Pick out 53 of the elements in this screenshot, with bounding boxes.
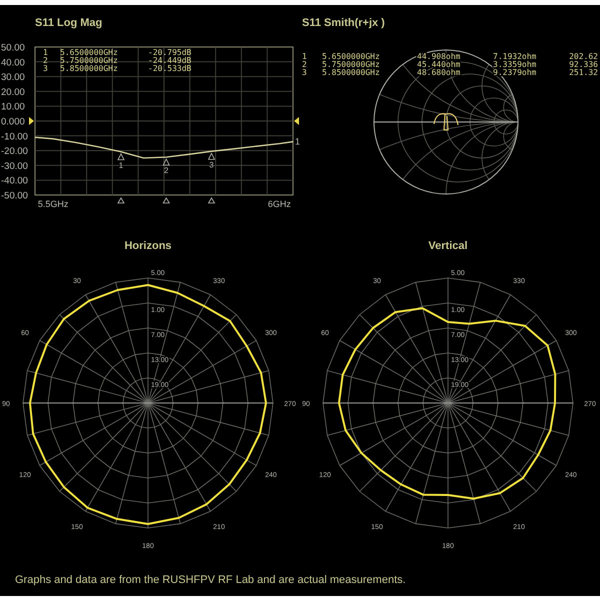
axis-label: 40.00	[1, 57, 25, 68]
trace-label: 1	[295, 136, 300, 147]
axis-label: 20.00	[1, 86, 25, 98]
marker-reactance: 3.3359ohm	[493, 60, 536, 69]
chart-title: Vertical	[428, 240, 468, 252]
marker-resistance: 45.440ohm	[417, 60, 460, 69]
marker-resistance: 48.680ohm	[417, 68, 460, 77]
marker-number: 1	[302, 52, 307, 61]
marker-frequency: 5.7500000GHz	[60, 56, 118, 65]
axis-label: 6GHz	[268, 199, 291, 209]
marker-reactance: 7.1932ohm	[493, 52, 536, 61]
marker-number: 3	[43, 64, 48, 73]
marker-triangle-icon	[162, 197, 170, 204]
marker-number: 2	[302, 60, 307, 69]
marker-triangle-icon	[162, 158, 170, 166]
axis-label: 0.000	[1, 116, 25, 128]
marker-number: 2	[164, 166, 168, 176]
axis-label: 5.5GHz	[38, 199, 68, 209]
axis-label: -50.00	[1, 190, 28, 202]
axis-label: -30.00	[1, 160, 28, 172]
marker-frequency: 5.8500000GHz	[60, 64, 118, 73]
marker-frequency: 5.6500000GHz	[60, 48, 118, 57]
marker-value: 202.62	[569, 52, 598, 61]
axis-label: 10.00	[1, 102, 25, 113]
marker-frequency: 5.8500000GHz	[322, 68, 380, 77]
footer-note: Graphs and data are from the RUSHFPV RF Lab and are actual measurements.	[15, 573, 406, 588]
reference-marker-icon	[29, 117, 34, 125]
marker-value: 251.32	[569, 68, 598, 77]
marker-triangle-icon	[208, 197, 216, 204]
marker-number: 1	[43, 48, 48, 57]
marker-triangle-icon	[208, 152, 216, 160]
marker-value: -20.795dB	[148, 48, 192, 57]
marker-value: -20.533dB	[148, 64, 192, 73]
axis-label: 50.00	[1, 42, 25, 54]
marker-triangle-icon	[117, 197, 125, 204]
chart-title: S11 Log Mag	[35, 17, 102, 29]
reference-marker-icon	[294, 117, 299, 125]
chart-title: S11 Smith(r+jx )	[302, 17, 385, 29]
axis-label: -20.00	[1, 146, 28, 158]
marker-frequency: 5.6500000GHz	[322, 52, 380, 61]
axis-label: 30.00	[1, 72, 25, 84]
marker-triangle-icon	[117, 152, 125, 160]
marker-number: 1	[118, 160, 124, 170]
marker-value: 92.336	[569, 60, 598, 69]
axis-label: -40.00	[1, 176, 28, 187]
marker-value: -24.449dB	[148, 56, 192, 65]
marker-number: 2	[43, 56, 48, 65]
chart-title: Horizons	[124, 240, 172, 252]
marker-number: 3	[302, 68, 307, 77]
marker-resistance: 44.908ohm	[417, 52, 460, 61]
marker-frequency: 5.7500000GHz	[322, 60, 380, 69]
axis-label: -10.00	[1, 131, 28, 142]
marker-number: 3	[209, 160, 214, 170]
